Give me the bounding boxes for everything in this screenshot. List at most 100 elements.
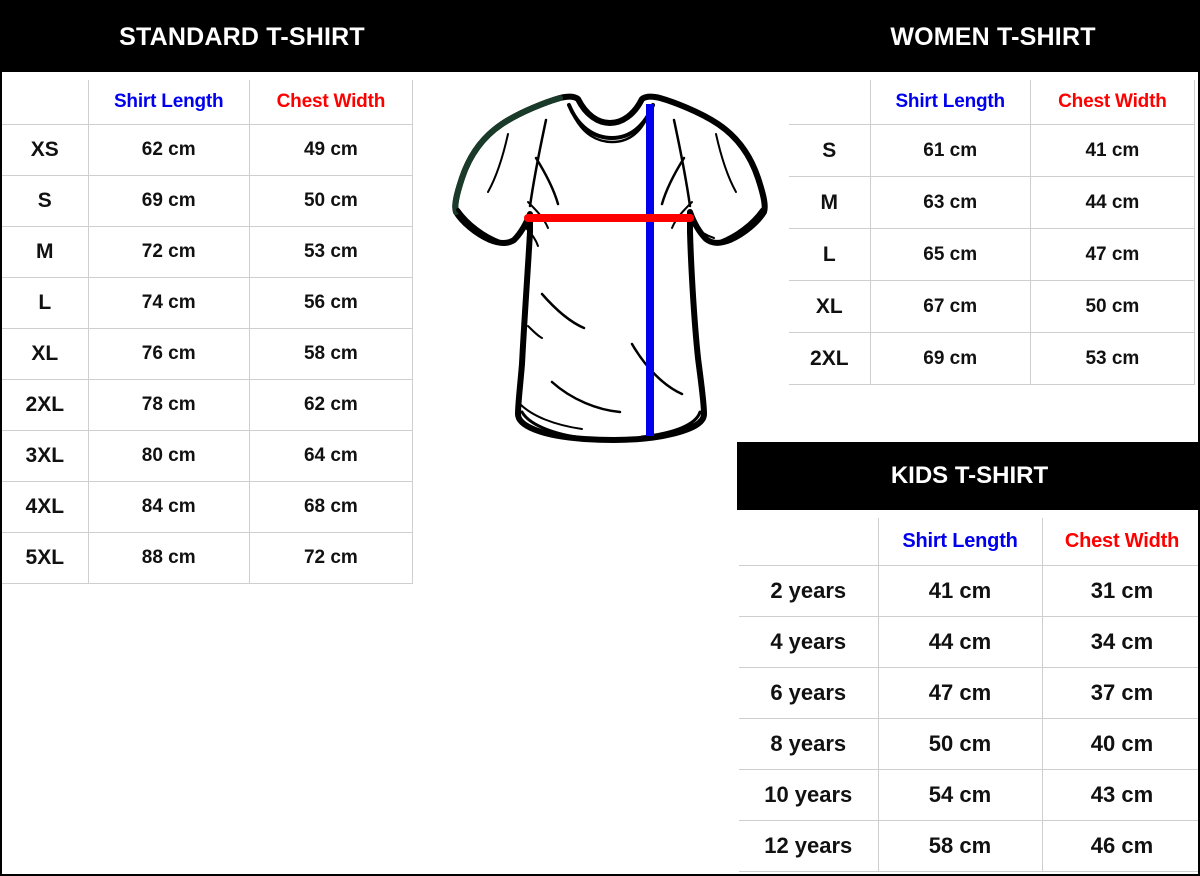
column-header-shirt-length: Shirt Length [87,80,250,125]
shirt-length-label: Shirt Length [895,91,1005,112]
table-row: XS 62 cm 49 cm [2,124,414,176]
column-header-chest-width: Chest Width [248,80,414,125]
table-row: XL 67 cm 50 cm [789,280,1196,333]
table-header-row: Shirt Length Chest Width [739,518,1198,566]
size-cell: 4 years [739,616,879,668]
kids-table-body: 2 years 41 cm 31 cm 4 years 44 cm 34 cm … [739,565,1198,872]
shirt-length-label: Shirt Length [113,91,224,112]
shirt-length-cell: 78 cm [87,379,250,431]
size-cell: L [2,277,89,329]
size-cell: 2 years [739,565,879,617]
shirt-length-cell: 72 cm [87,226,250,278]
size-cell: S [2,175,89,227]
table-row: 12 years 58 cm 46 cm [739,820,1198,872]
chest-width-label: Chest Width [1058,91,1167,112]
size-cell: XS [2,124,89,176]
chest-width-cell: 46 cm [1041,820,1198,872]
column-header-shirt-length: Shirt Length [869,80,1031,125]
shirt-length-cell: 74 cm [87,277,250,329]
size-cell: M [2,226,89,278]
shirt-length-cell: 69 cm [87,175,250,227]
women-table-title: WOMEN T-SHIRT [890,23,1096,51]
shirt-length-cell: 47 cm [877,667,1043,719]
table-header-row: Shirt Length Chest Width [2,80,414,125]
column-header-size [739,518,879,566]
size-cell: M [789,176,871,229]
chest-width-cell: 53 cm [1029,332,1196,385]
chest-width-cell: 31 cm [1041,565,1198,617]
shirt-length-cell: 62 cm [87,124,250,176]
table-row: M 63 cm 44 cm [789,176,1196,229]
size-chart-page: STANDARD T-SHIRT WOMEN T-SHIRT Shirt Len… [0,0,1200,876]
column-header-size [2,80,89,125]
table-row: 4 years 44 cm 34 cm [739,616,1198,668]
table-row: M 72 cm 53 cm [2,226,414,278]
table-row: S 61 cm 41 cm [789,124,1196,177]
size-cell: XL [2,328,89,380]
top-title-bar: STANDARD T-SHIRT WOMEN T-SHIRT [2,2,1198,72]
shirt-length-cell: 54 cm [877,769,1043,821]
chest-width-cell: 34 cm [1041,616,1198,668]
size-cell: 2XL [789,332,871,385]
chest-width-cell: 62 cm [248,379,414,431]
kids-table-title: KIDS T-SHIRT [890,462,1049,489]
table-row: S 69 cm 50 cm [2,175,414,227]
chest-width-cell: 64 cm [248,430,414,482]
table-row: 10 years 54 cm 43 cm [739,769,1198,821]
shirt-length-cell: 41 cm [877,565,1043,617]
size-cell: 4XL [2,481,89,533]
table-row: 2 years 41 cm 31 cm [739,565,1198,617]
table-row: XL 76 cm 58 cm [2,328,414,380]
kids-title-bar: KIDS T-SHIRT [737,442,1198,510]
column-header-chest-width: Chest Width [1029,80,1196,125]
size-cell: 5XL [2,532,89,584]
chest-width-cell: 58 cm [248,328,414,380]
shirt-length-cell: 61 cm [869,124,1031,177]
size-cell: 6 years [739,667,879,719]
column-header-size [789,80,871,125]
chest-width-cell: 49 cm [248,124,414,176]
table-row: 4XL 84 cm 68 cm [2,481,414,533]
size-cell: 3XL [2,430,89,482]
kids-size-table: Shirt Length Chest Width 2 years 41 cm 3… [739,518,1198,872]
chest-width-cell: 41 cm [1029,124,1196,177]
shirt-length-cell: 80 cm [87,430,250,482]
chest-width-cell: 40 cm [1041,718,1198,770]
chest-width-cell: 37 cm [1041,667,1198,719]
table-row: 8 years 50 cm 40 cm [739,718,1198,770]
standard-table-body: XS 62 cm 49 cm S 69 cm 50 cm M 72 cm 53 … [2,124,414,584]
women-size-table: Shirt Length Chest Width S 61 cm 41 cm M… [789,80,1196,385]
chest-width-cell: 72 cm [248,532,414,584]
shirt-length-cell: 50 cm [877,718,1043,770]
shirt-length-cell: 44 cm [877,616,1043,668]
shirt-length-cell: 67 cm [869,280,1031,333]
size-cell: 2XL [2,379,89,431]
table-row: L 74 cm 56 cm [2,277,414,329]
shirt-length-cell: 76 cm [87,328,250,380]
column-header-shirt-length: Shirt Length [877,518,1043,566]
chest-width-cell: 43 cm [1041,769,1198,821]
standard-size-table: Shirt Length Chest Width XS 62 cm 49 cm … [2,80,414,584]
size-cell: XL [789,280,871,333]
shirt-length-cell: 69 cm [869,332,1031,385]
size-cell: S [789,124,871,177]
table-row: 2XL 78 cm 62 cm [2,379,414,431]
shirt-length-cell: 58 cm [877,820,1043,872]
table-row: 5XL 88 cm 72 cm [2,532,414,584]
standard-table-title: STANDARD T-SHIRT [119,23,365,51]
shirt-length-cell: 63 cm [869,176,1031,229]
chest-width-cell: 53 cm [248,226,414,278]
tshirt-measurement-diagram [442,82,782,454]
shirt-length-label: Shirt Length [902,530,1018,552]
chest-width-cell: 44 cm [1029,176,1196,229]
table-row: 3XL 80 cm 64 cm [2,430,414,482]
shirt-length-cell: 88 cm [87,532,250,584]
size-cell: 10 years [739,769,879,821]
chest-width-label: Chest Width [276,91,386,112]
table-row: 2XL 69 cm 53 cm [789,332,1196,385]
size-cell: L [789,228,871,281]
table-header-row: Shirt Length Chest Width [789,80,1196,125]
table-row: 6 years 47 cm 37 cm [739,667,1198,719]
size-cell: 8 years [739,718,879,770]
chest-width-label: Chest Width [1064,530,1180,552]
